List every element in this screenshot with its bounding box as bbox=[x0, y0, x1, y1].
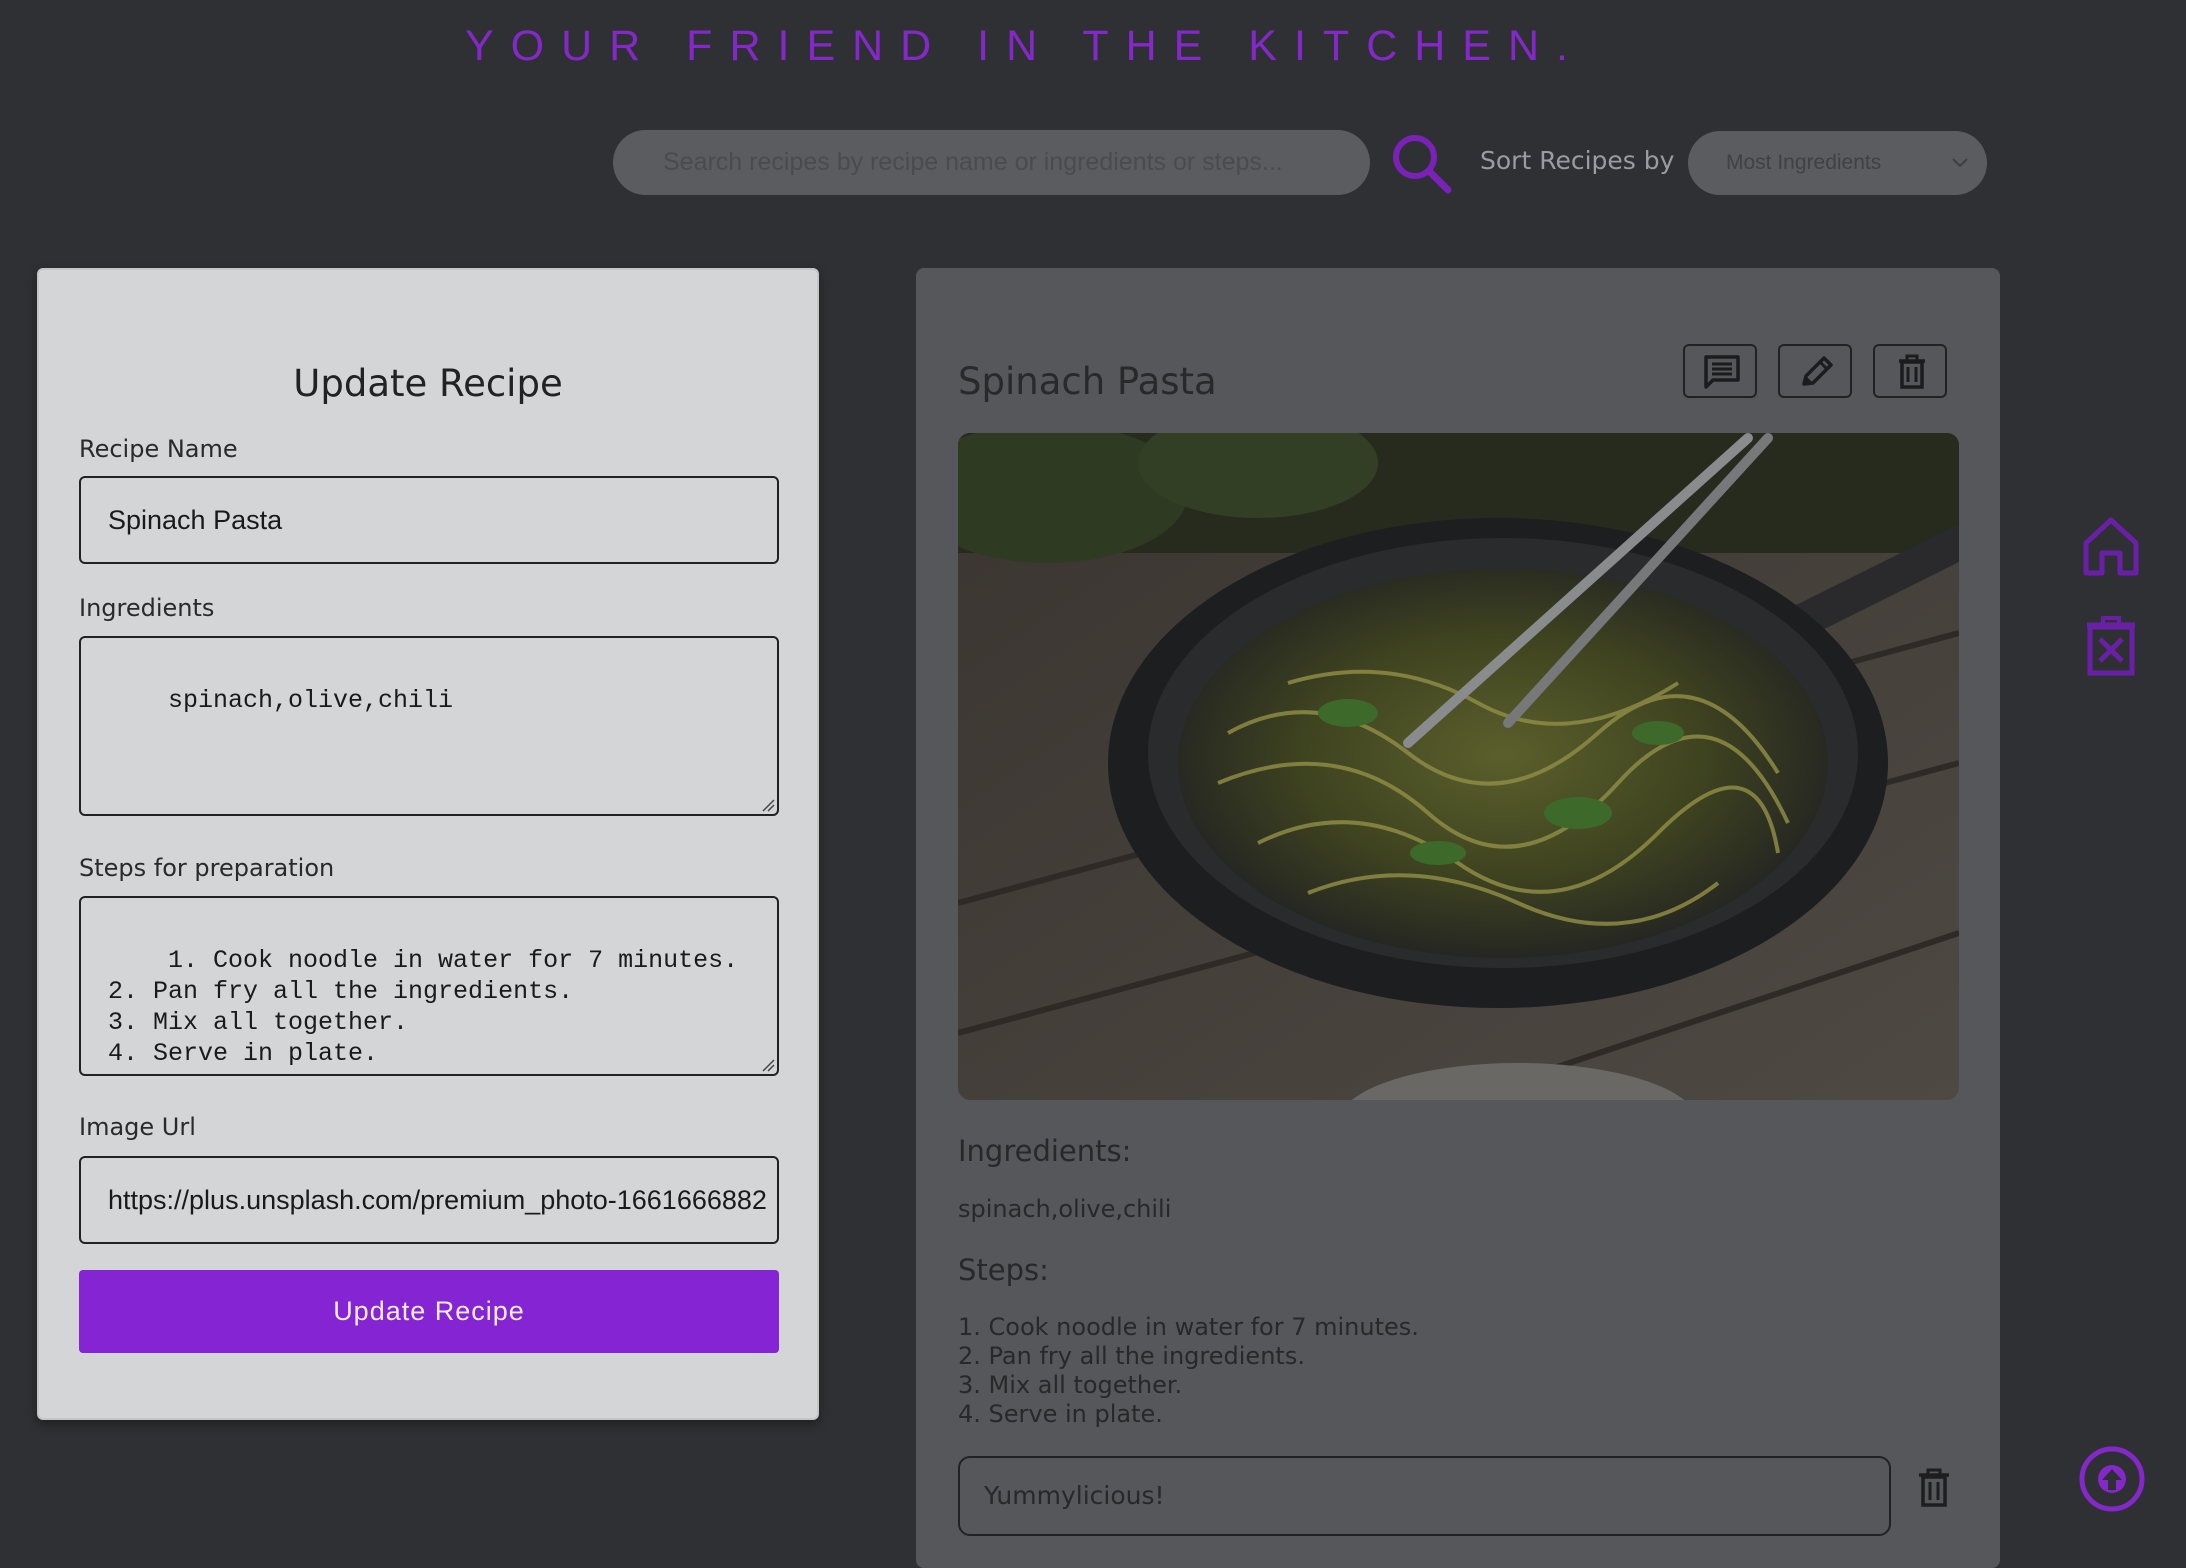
clear-icon[interactable] bbox=[2084, 615, 2138, 677]
list-item: 2. Pan fry all the ingredients. bbox=[958, 1342, 1305, 1370]
list-item: 1. Cook noodle in water for 7 minutes. bbox=[958, 1313, 1419, 1341]
steps-input-text: 1. Cook noodle in water for 7 minutes. 2… bbox=[108, 946, 739, 1068]
ingredients-input[interactable]: spinach,olive,chili bbox=[79, 636, 779, 816]
image-url-label: Image Url bbox=[79, 1113, 196, 1141]
site-tagline: YOUR FRIEND IN THE KITCHEN. bbox=[465, 22, 1585, 70]
sort-select[interactable]: Most Ingredients bbox=[1688, 131, 1987, 195]
ingredients-heading: Ingredients: bbox=[958, 1134, 1132, 1168]
trash-icon[interactable] bbox=[1916, 1468, 1952, 1508]
sort-label: Sort Recipes by bbox=[1480, 146, 1675, 175]
scroll-top-icon[interactable] bbox=[2078, 1445, 2146, 1513]
search-icon[interactable] bbox=[1388, 130, 1454, 196]
ingredients-input-text: spinach,olive,chili bbox=[168, 686, 454, 715]
chevron-down-icon bbox=[1952, 158, 1968, 168]
recipe-card: Spinach Pasta Ingredients: spinach,olive… bbox=[916, 268, 2000, 1568]
home-icon[interactable] bbox=[2082, 515, 2140, 577]
update-recipe-button[interactable]: Update Recipe bbox=[79, 1270, 779, 1353]
resize-grip-icon[interactable] bbox=[761, 798, 775, 812]
recipe-name-input[interactable]: Spinach Pasta bbox=[79, 476, 779, 564]
steps-heading: Steps: bbox=[958, 1253, 1049, 1287]
trash-icon bbox=[1899, 354, 1925, 389]
edit-button[interactable] bbox=[1778, 344, 1852, 398]
sort-selected-value: Most Ingredients bbox=[1726, 151, 1882, 174]
recipe-name-label: Recipe Name bbox=[79, 435, 238, 463]
update-recipe-form: Update Recipe Recipe Name Spinach Pasta … bbox=[37, 268, 819, 1420]
recipe-title: Spinach Pasta bbox=[958, 360, 1217, 403]
steps-input[interactable]: 1. Cook noodle in water for 7 minutes. 2… bbox=[79, 896, 779, 1076]
steps-label: Steps for preparation bbox=[79, 854, 335, 882]
list-item: 4. Serve in plate. bbox=[958, 1400, 1163, 1428]
comment-button[interactable] bbox=[1683, 344, 1757, 398]
delete-button[interactable] bbox=[1873, 344, 1947, 398]
steps-list: 1. Cook noodle in water for 7 minutes. 2… bbox=[958, 1313, 1419, 1429]
ingredients-text: spinach,olive,chili bbox=[958, 1195, 1172, 1223]
comment-icon bbox=[1704, 355, 1740, 389]
resize-grip-icon[interactable] bbox=[761, 1058, 775, 1072]
edit-icon bbox=[1802, 356, 1833, 386]
comment-text: Yummylicious! bbox=[958, 1456, 1891, 1536]
search-input[interactable] bbox=[613, 130, 1370, 195]
image-url-input[interactable]: https://plus.unsplash.com/premium_photo-… bbox=[79, 1156, 779, 1244]
recipe-image bbox=[958, 433, 1959, 1100]
ingredients-label: Ingredients bbox=[79, 594, 215, 622]
list-item: 3. Mix all together. bbox=[958, 1371, 1183, 1399]
form-title: Update Recipe bbox=[293, 362, 563, 405]
